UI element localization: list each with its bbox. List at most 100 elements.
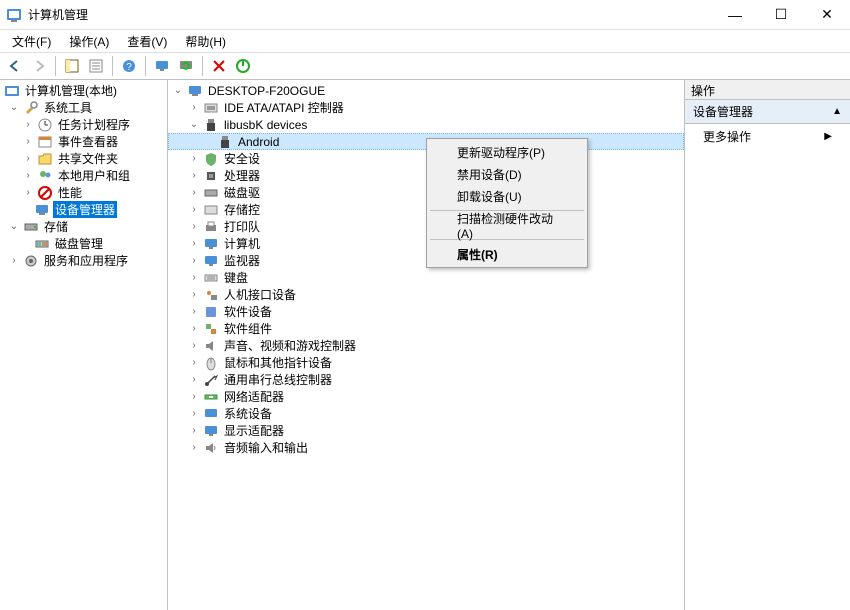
left-task-scheduler[interactable]: › 任务计划程序 bbox=[0, 116, 167, 133]
device-ide[interactable]: › IDE ATA/ATAPI 控制器 bbox=[168, 99, 684, 116]
expand-icon[interactable]: › bbox=[188, 221, 200, 233]
users-icon bbox=[37, 168, 53, 184]
refresh-button[interactable] bbox=[175, 55, 197, 77]
back-button[interactable] bbox=[4, 55, 26, 77]
menu-action[interactable]: 操作(A) bbox=[61, 31, 117, 52]
ide-icon bbox=[203, 100, 219, 116]
performance-icon bbox=[37, 185, 53, 201]
left-device-manager[interactable]: 设备管理器 bbox=[0, 201, 167, 218]
app-icon bbox=[6, 7, 22, 23]
device-tree-pane[interactable]: ⌄ DESKTOP-F20OGUE › IDE ATA/ATAPI 控制器 ⌄ … bbox=[168, 80, 685, 610]
cm-disable-device[interactable]: 禁用设备(D) bbox=[429, 163, 585, 185]
device-system[interactable]: › 系统设备 bbox=[168, 405, 684, 422]
device-hid[interactable]: › 人机接口设备 bbox=[168, 286, 684, 303]
device-audio[interactable]: › 音频输入和输出 bbox=[168, 439, 684, 456]
maximize-button[interactable]: ☐ bbox=[758, 0, 804, 29]
tools-icon bbox=[23, 100, 39, 116]
left-services-apps[interactable]: › 服务和应用程序 bbox=[0, 252, 167, 269]
menu-file[interactable]: 文件(F) bbox=[4, 31, 59, 52]
printer-icon bbox=[203, 219, 219, 235]
expand-icon[interactable]: › bbox=[188, 374, 200, 386]
expand-icon[interactable]: › bbox=[188, 323, 200, 335]
left-local-users[interactable]: › 本地用户和组 bbox=[0, 167, 167, 184]
left-storage[interactable]: ⌄ 存储 bbox=[0, 218, 167, 235]
collapse-icon[interactable]: ⌄ bbox=[188, 119, 200, 131]
actions-more[interactable]: 更多操作 ▶ bbox=[685, 124, 850, 149]
expand-icon[interactable]: › bbox=[188, 391, 200, 403]
svg-text:?: ? bbox=[126, 62, 132, 73]
expand-icon[interactable]: › bbox=[22, 153, 34, 165]
expand-icon[interactable]: › bbox=[188, 187, 200, 199]
uninstall-button[interactable] bbox=[208, 55, 230, 77]
expand-icon[interactable]: › bbox=[188, 340, 200, 352]
collapse-arrow-icon: ▲ bbox=[832, 106, 842, 117]
device-software-dev[interactable]: › 软件设备 bbox=[168, 303, 684, 320]
expand-icon[interactable]: › bbox=[22, 170, 34, 182]
device-libusbk[interactable]: ⌄ libusbK devices bbox=[168, 116, 684, 133]
content-area: 计算机管理(本地) ⌄ 系统工具 › 任务计划程序 › 事件查看器 › 共享文件… bbox=[0, 80, 850, 610]
left-performance[interactable]: › 性能 bbox=[0, 184, 167, 201]
device-mouse[interactable]: › 鼠标和其他指针设备 bbox=[168, 354, 684, 371]
device-network[interactable]: › 网络适配器 bbox=[168, 388, 684, 405]
properties-button[interactable] bbox=[85, 55, 107, 77]
left-root[interactable]: 计算机管理(本地) bbox=[0, 82, 167, 99]
cm-properties[interactable]: 属性(R) bbox=[429, 243, 585, 265]
cm-update-driver[interactable]: 更新驱动程序(P) bbox=[429, 141, 585, 163]
actions-section[interactable]: 设备管理器 ▲ bbox=[685, 100, 850, 124]
expand-icon[interactable]: › bbox=[188, 289, 200, 301]
context-menu[interactable]: 更新驱动程序(P) 禁用设备(D) 卸载设备(U) 扫描检测硬件改动(A) 属性… bbox=[426, 138, 588, 268]
system-icon bbox=[203, 406, 219, 422]
cm-uninstall-device[interactable]: 卸载设备(U) bbox=[429, 185, 585, 207]
expand-icon[interactable]: › bbox=[22, 136, 34, 148]
computer-icon bbox=[187, 83, 203, 99]
expand-icon[interactable]: › bbox=[8, 255, 20, 267]
expand-icon[interactable]: › bbox=[188, 102, 200, 114]
cm-scan-hardware[interactable]: 扫描检测硬件改动(A) bbox=[429, 214, 585, 236]
device-keyboard[interactable]: › 键盘 bbox=[168, 269, 684, 286]
monitor-icon bbox=[203, 253, 219, 269]
expand-icon[interactable]: › bbox=[188, 442, 200, 454]
expand-icon[interactable]: › bbox=[188, 255, 200, 267]
collapse-icon[interactable]: ⌄ bbox=[172, 85, 184, 97]
collapse-icon[interactable]: ⌄ bbox=[8, 221, 20, 233]
expand-icon[interactable]: › bbox=[188, 306, 200, 318]
expand-icon[interactable]: › bbox=[188, 204, 200, 216]
close-button[interactable]: ✕ bbox=[804, 0, 850, 29]
menu-help[interactable]: 帮助(H) bbox=[177, 31, 234, 52]
usb-device-icon bbox=[217, 134, 233, 150]
expand-icon[interactable]: › bbox=[188, 357, 200, 369]
left-event-viewer[interactable]: › 事件查看器 bbox=[0, 133, 167, 150]
show-hide-tree-button[interactable] bbox=[61, 55, 83, 77]
expand-icon[interactable]: › bbox=[188, 272, 200, 284]
device-root[interactable]: ⌄ DESKTOP-F20OGUE bbox=[168, 82, 684, 99]
submenu-arrow-icon: ▶ bbox=[824, 131, 832, 142]
expand-icon[interactable]: › bbox=[188, 153, 200, 165]
expand-icon[interactable]: › bbox=[22, 119, 34, 131]
display-icon bbox=[203, 423, 219, 439]
device-sound[interactable]: › 声音、视频和游戏控制器 bbox=[168, 337, 684, 354]
forward-button[interactable] bbox=[28, 55, 50, 77]
audio-icon bbox=[203, 440, 219, 456]
services-icon bbox=[23, 253, 39, 269]
expand-icon[interactable]: › bbox=[188, 425, 200, 437]
expand-icon[interactable]: › bbox=[22, 187, 34, 199]
speaker-icon bbox=[203, 338, 219, 354]
left-tree-pane[interactable]: 计算机管理(本地) ⌄ 系统工具 › 任务计划程序 › 事件查看器 › 共享文件… bbox=[0, 80, 168, 610]
expand-icon[interactable]: › bbox=[188, 408, 200, 420]
menubar: 文件(F) 操作(A) 查看(V) 帮助(H) bbox=[0, 30, 850, 52]
device-software-comp[interactable]: › 软件组件 bbox=[168, 320, 684, 337]
minimize-button[interactable]: — bbox=[712, 0, 758, 29]
expand-icon[interactable]: › bbox=[188, 238, 200, 250]
enable-button[interactable] bbox=[232, 55, 254, 77]
device-display[interactable]: › 显示适配器 bbox=[168, 422, 684, 439]
collapse-icon[interactable]: ⌄ bbox=[8, 102, 20, 114]
menu-view[interactable]: 查看(V) bbox=[119, 31, 175, 52]
help-button[interactable]: ? bbox=[118, 55, 140, 77]
expand-icon[interactable]: › bbox=[188, 170, 200, 182]
computer-icon-button[interactable] bbox=[151, 55, 173, 77]
actions-pane: 操作 设备管理器 ▲ 更多操作 ▶ bbox=[685, 80, 850, 610]
left-system-tools[interactable]: ⌄ 系统工具 bbox=[0, 99, 167, 116]
device-usb[interactable]: › 通用串行总线控制器 bbox=[168, 371, 684, 388]
left-shared-folders[interactable]: › 共享文件夹 bbox=[0, 150, 167, 167]
left-disk-management[interactable]: 磁盘管理 bbox=[0, 235, 167, 252]
